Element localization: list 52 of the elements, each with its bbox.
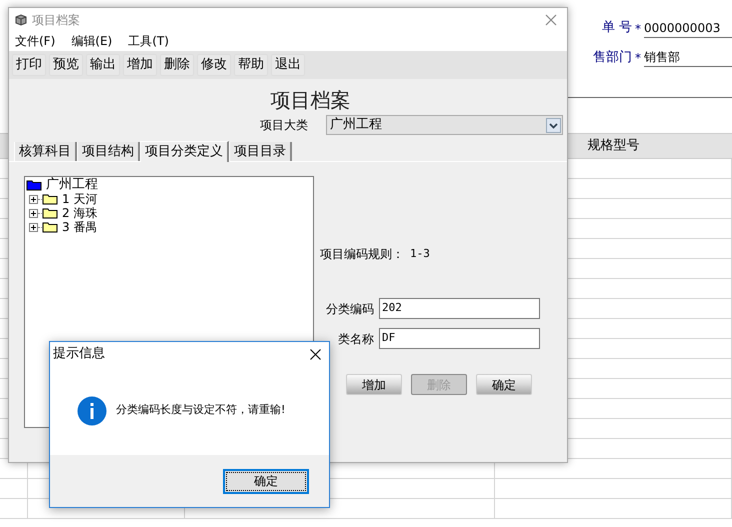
tree-item[interactable]: 广州工程 bbox=[46, 178, 98, 192]
close-icon[interactable] bbox=[310, 348, 321, 360]
rule-value: 1-3 bbox=[410, 246, 430, 262]
dialog-title: 提示信息 bbox=[53, 345, 105, 364]
action-button[interactable]: 增加 bbox=[346, 374, 402, 395]
field-label: 项目编码规则： bbox=[320, 246, 404, 263]
info-icon bbox=[77, 396, 107, 426]
required-mark: * bbox=[635, 20, 641, 38]
toolbar-button[interactable]: 帮助 bbox=[234, 54, 268, 76]
tab[interactable]: 项目目录 bbox=[229, 142, 292, 161]
toolbar-button[interactable]: 删除 bbox=[160, 54, 194, 76]
tree-item[interactable]: 2 海珠 bbox=[62, 206, 98, 220]
text-field[interactable]: 销售部 bbox=[644, 48, 732, 67]
ok-button[interactable]: 确定 bbox=[223, 468, 309, 494]
toolbar-button[interactable]: 预览 bbox=[49, 54, 83, 76]
menu-item[interactable]: 编辑(E) bbox=[71, 32, 112, 50]
folder-icon bbox=[26, 179, 42, 191]
dialog-message: 分类编码长度与设定不符，请重输! bbox=[116, 402, 286, 418]
field-label: 类名称 bbox=[337, 330, 375, 348]
text-field[interactable]: 0000000003 bbox=[644, 18, 732, 38]
field-label: 单 号 bbox=[600, 19, 632, 37]
field-label: 分类编码 bbox=[325, 300, 375, 318]
menu-item[interactable]: 工具(T) bbox=[128, 32, 169, 50]
plus-icon[interactable] bbox=[29, 222, 38, 232]
chevron-down-icon bbox=[546, 118, 561, 132]
box-icon bbox=[15, 14, 27, 26]
toolbar-button[interactable]: 打印 bbox=[12, 54, 46, 76]
toolbar-button[interactable]: 增加 bbox=[123, 54, 157, 76]
field-label: 售部门 bbox=[592, 48, 632, 66]
plus-icon[interactable] bbox=[29, 194, 38, 204]
menu-item[interactable]: 文件(F) bbox=[15, 32, 56, 50]
heading: 项目档案 bbox=[270, 87, 350, 113]
folder-icon bbox=[42, 221, 58, 233]
tab[interactable]: 项目结构 bbox=[77, 142, 140, 161]
plus-icon[interactable] bbox=[29, 208, 38, 218]
folder-icon bbox=[42, 207, 58, 219]
field-label: 项目大类 bbox=[260, 117, 309, 134]
text-field[interactable]: 202 bbox=[379, 298, 540, 319]
action-button[interactable]: 确定 bbox=[476, 374, 532, 395]
folder-icon bbox=[42, 193, 58, 205]
toolbar-button[interactable]: 输出 bbox=[86, 54, 120, 76]
toolbar-button[interactable]: 退出 bbox=[271, 54, 305, 76]
required-mark: * bbox=[635, 50, 641, 67]
window-title: 项目档案 bbox=[32, 12, 80, 28]
toolbar-button[interactable]: 修改 bbox=[197, 54, 231, 76]
tab[interactable]: 核算科目 bbox=[14, 142, 77, 161]
tree-item[interactable]: 3 番禺 bbox=[62, 220, 98, 234]
category-dropdown[interactable]: 广州工程 bbox=[326, 115, 563, 135]
text-field[interactable]: DF bbox=[379, 328, 540, 349]
table-cell bbox=[0, 499, 28, 519]
tree-item[interactable]: 1 天河 bbox=[62, 192, 98, 206]
tab[interactable]: 项目分类定义 bbox=[140, 141, 229, 162]
